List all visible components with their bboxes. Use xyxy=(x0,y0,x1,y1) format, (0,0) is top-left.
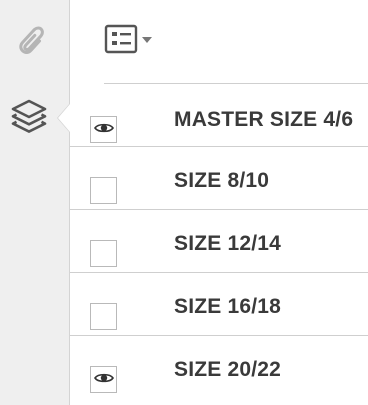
eye-icon xyxy=(93,371,114,389)
layer-list: MASTER SIZE 4/6 SIZE 8/10 SIZE 12/14 SIZ… xyxy=(70,84,368,399)
layer-row[interactable]: SIZE 20/22 xyxy=(70,336,368,399)
layer-name: SIZE 8/10 xyxy=(174,169,270,192)
layers-panel: MASTER SIZE 4/6 SIZE 8/10 SIZE 12/14 SIZ… xyxy=(70,0,368,405)
chevron-down-icon xyxy=(141,32,153,50)
visibility-toggle[interactable] xyxy=(90,366,117,393)
navigation-rail xyxy=(0,0,70,405)
visibility-toggle[interactable] xyxy=(90,177,117,204)
layer-name: SIZE 16/18 xyxy=(174,295,282,318)
layer-options-button[interactable] xyxy=(104,24,153,58)
layer-row[interactable]: MASTER SIZE 4/6 xyxy=(70,84,368,147)
visibility-toggle[interactable] xyxy=(90,116,117,143)
active-tab-pointer xyxy=(58,104,70,132)
layer-row[interactable]: SIZE 12/14 xyxy=(70,210,368,273)
layers-icon xyxy=(10,97,48,140)
layers-panel-window: MASTER SIZE 4/6 SIZE 8/10 SIZE 12/14 SIZ… xyxy=(0,0,368,405)
layers-button[interactable] xyxy=(0,90,58,146)
layers-toolbar xyxy=(70,0,368,84)
layer-row[interactable]: SIZE 16/18 xyxy=(70,273,368,336)
paperclip-icon xyxy=(12,21,46,64)
visibility-toggle[interactable] xyxy=(90,240,117,267)
layer-options-icon xyxy=(104,24,138,59)
layer-name: MASTER SIZE 4/6 xyxy=(174,108,354,131)
eye-icon xyxy=(93,121,114,139)
layer-name: SIZE 20/22 xyxy=(174,358,282,381)
visibility-toggle[interactable] xyxy=(90,303,117,330)
layer-row[interactable]: SIZE 8/10 xyxy=(70,147,368,210)
layer-name: SIZE 12/14 xyxy=(174,232,282,255)
attachments-button[interactable] xyxy=(0,14,58,70)
